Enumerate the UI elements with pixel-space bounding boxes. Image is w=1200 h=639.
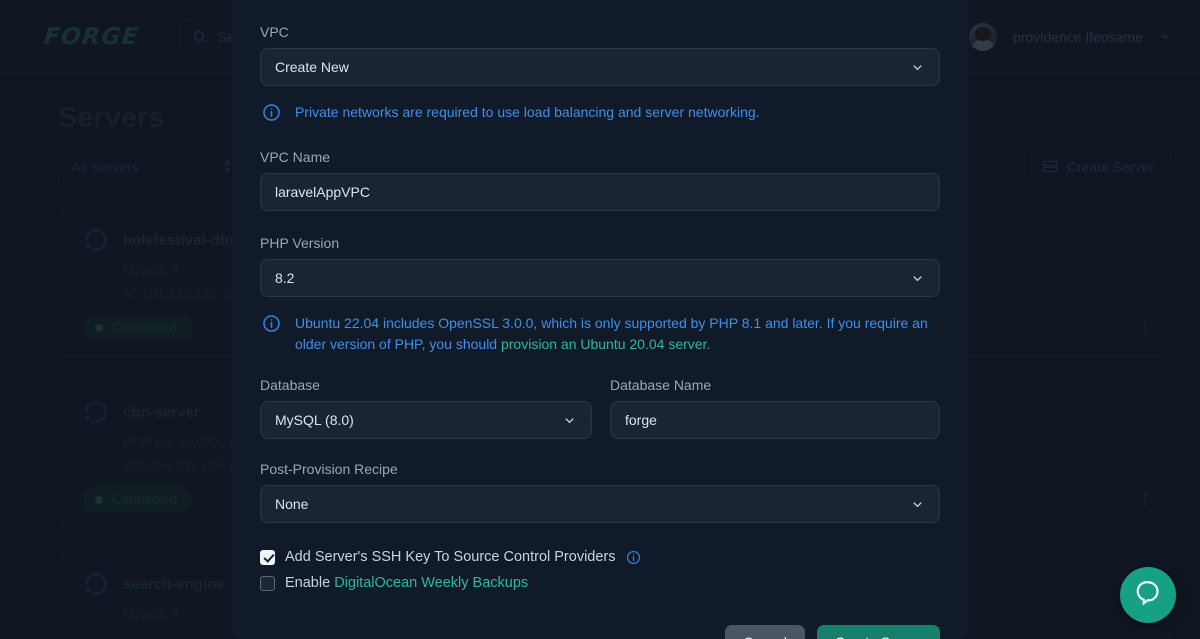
- database-row: Database MySQL (8.0) Database Name forge: [260, 377, 940, 439]
- php-notice-text: Ubuntu 22.04 includes OpenSSL 3.0.0, whi…: [295, 313, 940, 355]
- php-version-value: 8.2: [275, 270, 295, 286]
- checkbox-row-weekly-backups[interactable]: Enable DigitalOcean Weekly Backups: [260, 575, 940, 591]
- label-database-name: Database Name: [610, 377, 712, 393]
- checkbox-group: Add Server's SSH Key To Source Control P…: [260, 549, 940, 591]
- field-post-provision-recipe: Post-Provision Recipe None: [260, 461, 940, 523]
- vpc-select[interactable]: Create New: [260, 48, 940, 86]
- php-notice-part-b: .: [706, 336, 711, 352]
- checkbox-backups-label: Enable DigitalOcean Weekly Backups: [285, 575, 528, 591]
- database-value: MySQL (8.0): [275, 412, 354, 428]
- checkbox-backups-prefix: Enable: [285, 575, 335, 591]
- field-database: Database MySQL (8.0): [260, 377, 592, 439]
- label-php-version: PHP Version: [260, 235, 340, 251]
- chevron-down-icon: [910, 271, 925, 286]
- label-vpc: VPC: [260, 24, 289, 40]
- info-icon: [262, 103, 281, 127]
- label-vpc-name: VPC Name: [260, 149, 331, 165]
- app-root: FORGE Search providence Ifeosame Servers: [0, 0, 1200, 639]
- chevron-down-icon: [562, 413, 577, 428]
- database-name-input[interactable]: forge: [610, 401, 940, 439]
- vpc-name-input[interactable]: laravelAppVPC: [260, 173, 940, 211]
- field-vpc: VPC Create New: [260, 24, 940, 86]
- chevron-down-icon: [910, 60, 925, 75]
- recipe-value: None: [275, 496, 309, 512]
- vpc-name-value: laravelAppVPC: [275, 184, 370, 200]
- database-select[interactable]: MySQL (8.0): [260, 401, 592, 439]
- field-vpc-name: VPC Name laravelAppVPC: [260, 149, 940, 211]
- php-notice: Ubuntu 22.04 includes OpenSSL 3.0.0, whi…: [262, 313, 940, 355]
- recipe-select[interactable]: None: [260, 485, 940, 523]
- info-icon[interactable]: [626, 550, 641, 565]
- database-name-value: forge: [625, 412, 657, 428]
- vpc-notice: Private networks are required to use loa…: [262, 102, 940, 127]
- label-recipe: Post-Provision Recipe: [260, 461, 398, 477]
- create-server-modal: VPC Create New Private networks are requ…: [232, 0, 968, 639]
- php-version-select[interactable]: 8.2: [260, 259, 940, 297]
- checkbox-ssh-key-label: Add Server's SSH Key To Source Control P…: [285, 549, 616, 565]
- chat-bubble-icon: [1135, 579, 1162, 611]
- field-database-name: Database Name forge: [610, 377, 940, 439]
- vpc-notice-text: Private networks are required to use loa…: [295, 104, 760, 120]
- info-icon: [262, 314, 281, 338]
- ubuntu-provision-link[interactable]: provision an Ubuntu 20.04 server: [501, 336, 706, 352]
- checkbox-row-ssh-key[interactable]: Add Server's SSH Key To Source Control P…: [260, 549, 940, 565]
- vpc-value: Create New: [275, 59, 349, 75]
- chevron-down-icon: [910, 497, 925, 512]
- create-server-submit-button[interactable]: Create Server: [816, 625, 940, 639]
- digitalocean-backups-link[interactable]: DigitalOcean Weekly Backups: [334, 575, 528, 591]
- modal-actions: Cancel Create Server: [260, 625, 940, 639]
- label-database: Database: [260, 377, 320, 393]
- cancel-button[interactable]: Cancel: [725, 625, 805, 639]
- modal-body: VPC Create New Private networks are requ…: [260, 0, 940, 639]
- field-php-version: PHP Version 8.2: [260, 235, 940, 297]
- checkbox-ssh-key[interactable]: [260, 549, 275, 565]
- help-chat-button[interactable]: [1120, 567, 1176, 623]
- checkbox-weekly-backups[interactable]: [260, 575, 275, 591]
